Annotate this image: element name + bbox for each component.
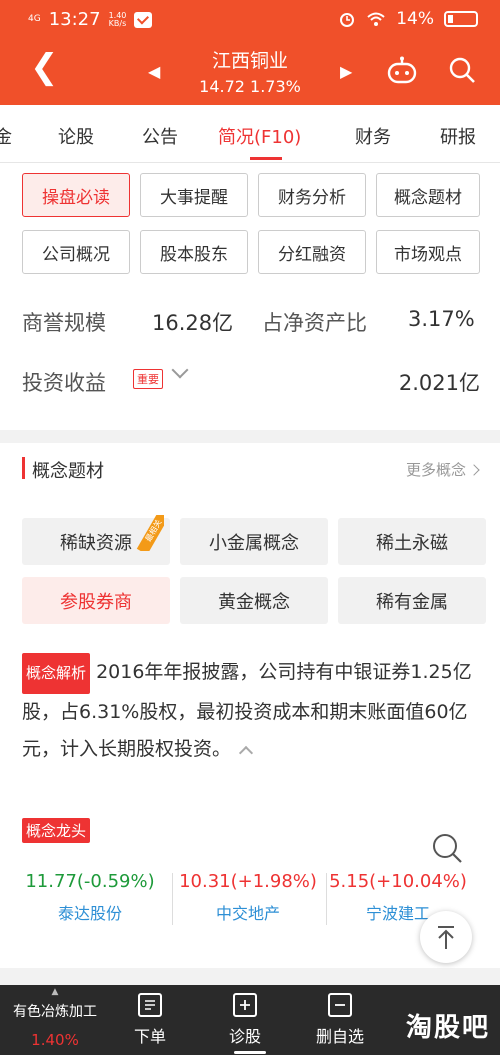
app-header: 4G 13:27 1.40 KB/s 14% ❮ ◀ 江西铜业 14.72 1.… — [0, 0, 500, 105]
order-icon — [138, 993, 162, 1017]
concept-chip[interactable]: 小金属概念 — [180, 518, 328, 565]
more-concepts-link[interactable]: 更多概念 — [405, 459, 480, 480]
leader-name: 泰达股份 — [57, 904, 122, 923]
minus-icon — [328, 993, 352, 1017]
tab-partial[interactable]: 金 — [0, 123, 12, 149]
grid-button-company-overview[interactable]: 公司概况 — [22, 230, 130, 274]
status-time: 13:27 — [48, 9, 101, 30]
leader-quote: 5.15(+10.04%) — [329, 871, 467, 892]
grid-button-shareholders[interactable]: 股本股东 — [140, 230, 248, 274]
invest-income-value: 2.021亿 — [398, 371, 480, 395]
arrow-up-icon — [438, 926, 454, 949]
tab-discussion[interactable]: 论股 — [58, 123, 94, 149]
grid-button-dividends[interactable]: 分红融资 — [258, 230, 366, 274]
bottom-toolbar: ▲ 有色冶炼加工 1.40% 下单 诊股 删自选 淘股吧 — [0, 985, 500, 1055]
tab-bar: 金 论股 公告 简况(F10) 财务 研报 — [0, 105, 500, 163]
concept-section-title: 概念题材 — [32, 461, 104, 482]
remove-watchlist-label: 删自选 — [315, 1027, 364, 1046]
concept-chip[interactable]: 稀土永磁 — [338, 518, 486, 565]
network-indicator: 4G — [28, 14, 41, 24]
sector-info[interactable]: ▲ 有色冶炼加工 1.40% — [0, 985, 110, 1055]
grid-button-market-views[interactable]: 市场观点 — [376, 230, 480, 274]
ratio-label: 占净资产比 — [262, 311, 367, 335]
concept-analysis: 概念解析 2016年年报披露，公司持有中银证券1.25亿股，占6.31%股权，最… — [22, 653, 482, 768]
grid-button-finance-analysis[interactable]: 财务分析 — [258, 173, 366, 217]
net-speed: 1.40 KB/s — [108, 11, 127, 28]
robot-assistant-icon[interactable] — [386, 56, 418, 84]
sector-percent: 1.40% — [31, 1031, 79, 1049]
battery-percent: 14% — [396, 9, 434, 29]
sector-name: 有色冶炼加工 — [13, 1004, 97, 1020]
notification-icon — [134, 11, 153, 28]
leader-tag: 概念龙头 — [22, 818, 91, 843]
ribbon-label: 最相关 — [136, 515, 164, 551]
analysis-text: 2016年年报披露，公司持有中银证券1.25亿股，占6.31%股权，最初投资成本… — [22, 661, 472, 760]
status-bar: 4G 13:27 1.40 KB/s 14% — [0, 0, 500, 38]
collapse-icon[interactable] — [238, 745, 254, 761]
order-button[interactable]: 下单 — [110, 993, 190, 1047]
diagnose-label: 诊股 — [228, 1027, 261, 1046]
important-badge: 重要 — [133, 369, 163, 389]
leader-item[interactable]: 10.31(+1.98%) 中交地产 — [168, 871, 328, 924]
diagnose-icon — [233, 993, 257, 1017]
search-icon[interactable] — [448, 56, 476, 84]
stock-quote: 14.72 1.73% — [199, 77, 301, 96]
net-speed-unit: KB/s — [108, 18, 127, 28]
concept-chip[interactable]: 稀有金属 — [338, 577, 486, 624]
analysis-tag: 概念解析 — [22, 653, 91, 694]
leader-name: 中交地产 — [215, 904, 280, 923]
active-tab-indicator — [250, 157, 282, 160]
stock-title: 江西铜业 14.72 1.73% — [0, 46, 500, 96]
goodwill-value: 16.28亿 — [152, 311, 234, 335]
concept-chip[interactable]: 黄金概念 — [180, 577, 328, 624]
grid-button-events[interactable]: 大事提醒 — [140, 173, 248, 217]
caret-up-icon: ▲ — [51, 987, 59, 997]
battery-icon — [444, 11, 478, 27]
remove-watchlist-button[interactable]: 删自选 — [300, 993, 380, 1047]
order-label: 下单 — [133, 1027, 166, 1046]
home-indicator — [234, 1051, 266, 1054]
chevron-down-icon[interactable] — [171, 361, 189, 379]
more-concepts-label: 更多概念 — [405, 461, 466, 479]
diagnose-button[interactable]: 诊股 — [205, 993, 285, 1047]
next-stock-icon[interactable]: ▶ — [340, 62, 352, 81]
leader-quote: 11.77(-0.59%) — [25, 871, 155, 892]
section-accent-bar — [22, 457, 25, 479]
tab-finance[interactable]: 财务 — [355, 123, 391, 149]
tab-research[interactable]: 研报 — [440, 123, 476, 149]
nav-bar: ❮ ◀ 江西铜业 14.72 1.73% ▶ — [0, 38, 500, 105]
leader-quote: 10.31(+1.98%) — [179, 871, 317, 892]
watermark-logo: 淘股吧 — [405, 1013, 490, 1043]
ratio-value: 3.17% — [408, 307, 475, 331]
invest-income-label: 投资收益 — [22, 371, 106, 395]
wifi-icon — [367, 12, 385, 26]
chevron-right-icon — [468, 464, 480, 476]
search-icon[interactable] — [430, 831, 464, 865]
goodwill-label: 商誉规模 — [22, 311, 106, 335]
leader-item[interactable]: 11.77(-0.59%) 泰达股份 — [10, 871, 170, 924]
concept-section: 概念题材 更多概念 稀缺资源 最相关 小金属概念 稀土永磁 参股券商 黄金概念 … — [0, 443, 500, 968]
tab-f10[interactable]: 简况(F10) — [218, 123, 301, 149]
stock-name: 江西铜业 — [211, 50, 288, 72]
alarm-icon — [340, 13, 355, 27]
concept-chip-selected[interactable]: 参股券商 — [22, 577, 170, 624]
grid-button-trading-guide[interactable]: 操盘必读 — [22, 173, 130, 217]
tab-announcements[interactable]: 公告 — [142, 123, 178, 149]
scroll-to-top-button[interactable] — [420, 911, 472, 963]
most-relevant-ribbon: 最相关 — [128, 515, 164, 551]
grid-button-concepts[interactable]: 概念题材 — [376, 173, 480, 217]
f10-section: 操盘必读 大事提醒 财务分析 概念题材 公司概况 股本股东 分红融资 市场观点 … — [0, 163, 500, 430]
